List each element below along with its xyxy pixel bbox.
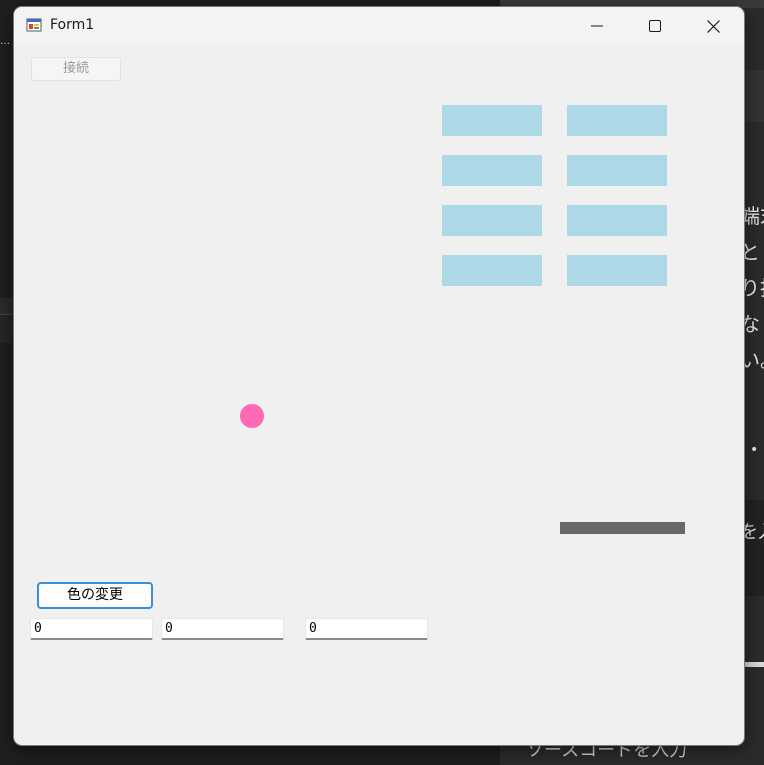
form-client-area: 接続 色の変更 0 0 0 — [14, 45, 744, 745]
brick — [567, 105, 667, 136]
paddle[interactable] — [560, 522, 685, 534]
minimize-icon — [591, 25, 603, 27]
close-button[interactable] — [684, 7, 742, 45]
brick — [442, 105, 542, 136]
background-band — [744, 662, 764, 667]
value-input-3[interactable]: 0 — [305, 618, 428, 640]
minimize-button[interactable] — [568, 7, 626, 45]
maximize-icon — [649, 20, 661, 32]
brick — [567, 255, 667, 286]
close-icon — [706, 19, 720, 33]
maximize-button[interactable] — [626, 7, 684, 45]
brick — [442, 155, 542, 186]
background-stripe — [0, 298, 14, 314]
background-text: • — [750, 442, 759, 458]
brick — [442, 255, 542, 286]
value-input-2[interactable]: 0 — [161, 618, 284, 640]
title-bar[interactable]: Form1 — [14, 7, 744, 45]
background-left-fragment: … — [0, 36, 10, 47]
background-stripe — [0, 314, 14, 343]
background-left: … — [0, 0, 14, 765]
change-color-button[interactable]: 色の変更 — [37, 582, 153, 609]
connect-button[interactable]: 接続 — [31, 57, 121, 81]
value-input-1[interactable]: 0 — [30, 618, 153, 640]
form-window: Form1 接続 色の変更 0 0 0 — [14, 7, 744, 745]
brick — [567, 205, 667, 236]
brick — [567, 155, 667, 186]
window-title: Form1 — [50, 17, 95, 33]
brick — [442, 205, 542, 236]
ball — [240, 404, 264, 428]
app-form-icon — [26, 18, 42, 32]
